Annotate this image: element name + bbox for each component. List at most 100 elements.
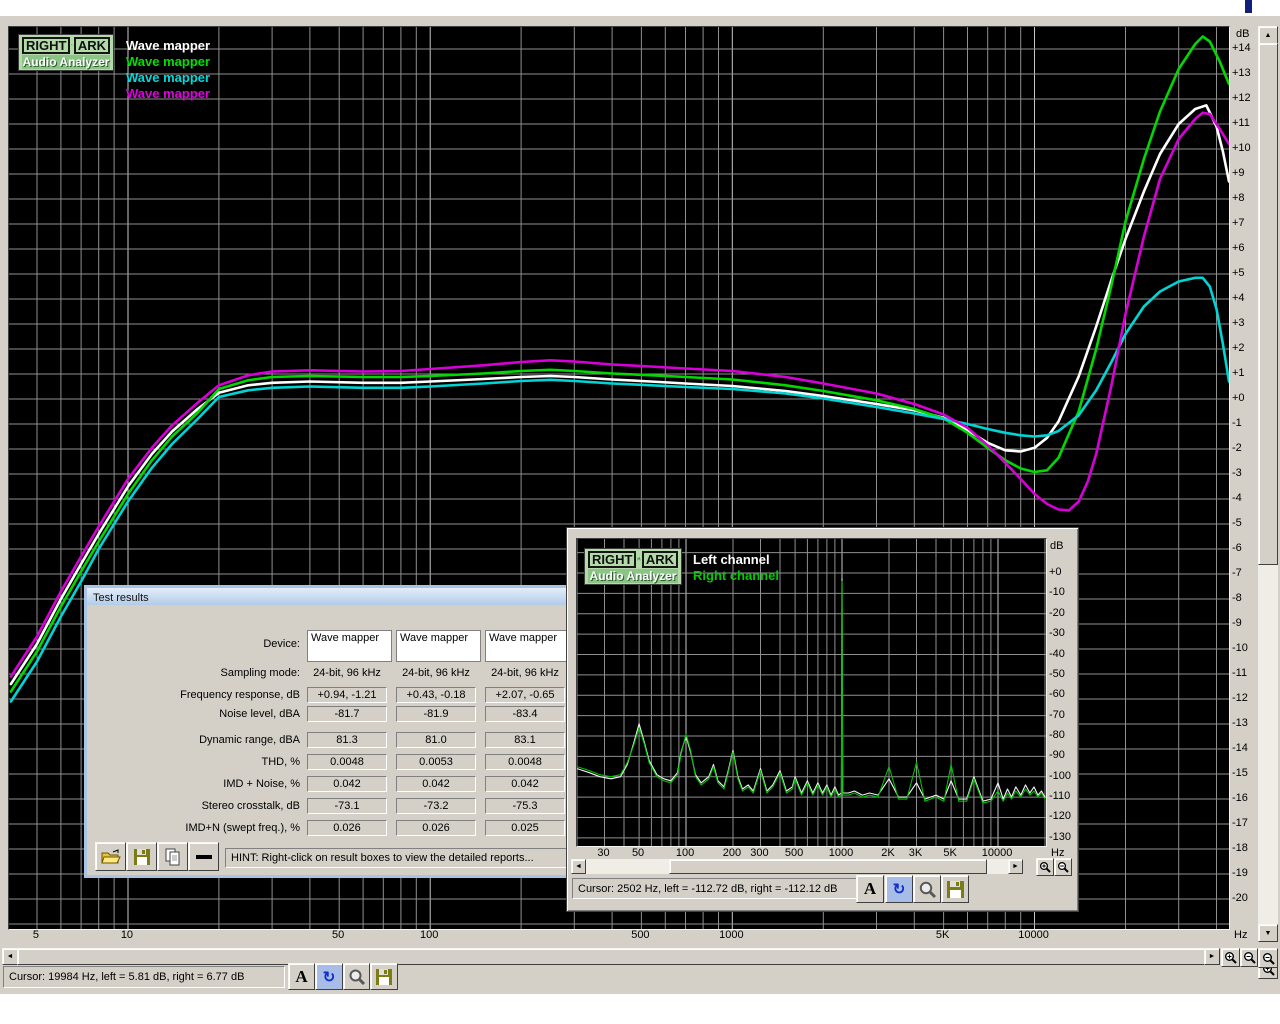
result-value-box[interactable]: 81.3 xyxy=(307,732,387,748)
result-value-box[interactable]: -73.2 xyxy=(396,798,476,814)
save-button[interactable] xyxy=(370,963,398,990)
db-tick-label: -40 xyxy=(1049,647,1065,660)
result-value-box[interactable]: -75.3 xyxy=(485,798,565,814)
db-tick-label: -19 xyxy=(1232,867,1248,879)
font-button[interactable]: A xyxy=(288,963,315,990)
device-name-box[interactable]: Wave mapper xyxy=(485,630,570,662)
db-tick-label: +10 xyxy=(1232,142,1251,154)
zoom-out-button[interactable] xyxy=(1054,858,1072,876)
db-tick-label: +9 xyxy=(1232,167,1245,179)
db-tick-label: +13 xyxy=(1232,67,1251,79)
rightmark-logo: RIGHT ARK Audio Analyzer xyxy=(584,548,682,585)
result-value-box[interactable]: -81.9 xyxy=(396,706,476,722)
db-tick-label: -5 xyxy=(1232,517,1242,529)
result-value-box[interactable]: 81.0 xyxy=(396,732,476,748)
remove-column-button[interactable] xyxy=(188,842,219,871)
spectrum-db-unit: dB xyxy=(1050,540,1064,552)
result-value-box[interactable]: 0.042 xyxy=(396,776,476,792)
magnifier-button[interactable] xyxy=(343,963,370,990)
sampling-mode-value: 24-bit, 96 kHz xyxy=(491,667,559,679)
result-value-box[interactable]: 0.026 xyxy=(307,820,387,836)
rightmark-logo: RIGHT ARK Audio Analyzer xyxy=(18,34,114,71)
result-value-box[interactable]: 0.0048 xyxy=(307,754,387,770)
result-value-box[interactable]: 0.042 xyxy=(485,776,565,792)
result-value-box[interactable]: 0.025 xyxy=(485,820,565,836)
db-tick-label: +12 xyxy=(1232,92,1251,104)
test-results-dialog: Test results Device: Wave mapper Wave ma… xyxy=(84,585,659,878)
floppy-disk-icon xyxy=(376,968,392,985)
main-hz-unit: Hz xyxy=(1234,929,1248,941)
freq-tick-label: 10000 xyxy=(981,847,1013,859)
row-label: Stereo crosstalk, dB xyxy=(201,800,300,812)
refresh-icon: ↻ xyxy=(322,968,336,986)
db-tick-label: +1 xyxy=(1232,367,1245,379)
zoom-out-horizontal-button[interactable] xyxy=(1240,948,1258,967)
main-db-unit: dB xyxy=(1236,28,1250,40)
db-tick-label: -10 xyxy=(1049,586,1065,599)
main-vertical-scrollbar[interactable]: ▲ ▼ xyxy=(1258,26,1278,942)
db-tick-label: -80 xyxy=(1049,728,1065,741)
db-tick-label: -13 xyxy=(1232,717,1248,729)
db-tick-label: -60 xyxy=(1049,688,1065,701)
font-button[interactable]: A xyxy=(856,875,884,903)
zoom-out-icon xyxy=(1057,861,1069,873)
db-tick-label: +14 xyxy=(1232,42,1251,54)
screen: RIGHT ARK Audio Analyzer Wave mapper Wav… xyxy=(0,0,1280,1024)
refresh-icon: ↻ xyxy=(892,881,906,898)
device-name-box[interactable]: Wave mapper xyxy=(396,630,481,662)
row-label: Sampling mode: xyxy=(220,667,301,679)
hint-box: HINT: Right-click on result boxes to vie… xyxy=(225,848,579,868)
db-tick-label: -100 xyxy=(1049,769,1072,782)
spectrum-horizontal-scrollbar[interactable]: ◄ ► xyxy=(571,859,1023,874)
zoom-out-vertical-button[interactable] xyxy=(1258,948,1278,968)
magnifier-icon xyxy=(349,969,365,985)
db-tick-label: -20 xyxy=(1232,892,1248,904)
scroll-down-button[interactable]: ▼ xyxy=(1258,924,1278,942)
db-tick-label: +5 xyxy=(1232,267,1245,279)
result-value-box[interactable]: 0.0048 xyxy=(485,754,565,770)
device-name-box[interactable]: Wave mapper xyxy=(307,630,392,662)
result-value-box[interactable]: +0.43, -0.18 xyxy=(396,687,476,703)
result-value-box[interactable]: 0.042 xyxy=(307,776,387,792)
hint-text: HINT: Right-click on result boxes to vie… xyxy=(231,852,534,864)
legend-item: Wave mapper xyxy=(126,86,211,101)
zoom-in-button[interactable] xyxy=(1036,858,1054,876)
db-tick-label: -130 xyxy=(1049,830,1072,843)
result-value-box[interactable]: -73.1 xyxy=(307,798,387,814)
db-tick-label: +3 xyxy=(1232,317,1245,329)
result-value-box[interactable]: -81.7 xyxy=(307,706,387,722)
scroll-right-button[interactable]: ► xyxy=(1008,859,1023,874)
save-button[interactable] xyxy=(941,875,969,903)
freq-tick-label: 3K xyxy=(908,847,923,859)
result-value-box[interactable]: 83.1 xyxy=(485,732,565,748)
zoom-out-icon xyxy=(1243,952,1256,964)
scroll-right-button[interactable]: ► xyxy=(1204,948,1220,965)
horizontal-scroll-thumb[interactable] xyxy=(17,948,1205,965)
result-value-box[interactable]: 0.026 xyxy=(396,820,476,836)
result-value-box[interactable]: +0.94, -1.21 xyxy=(307,687,387,703)
magnifier-button[interactable] xyxy=(913,875,941,903)
copy-results-button[interactable] xyxy=(157,842,188,871)
row-label: THD, % xyxy=(261,756,301,768)
refresh-button[interactable]: ↻ xyxy=(315,963,343,990)
open-results-button[interactable] xyxy=(95,842,126,871)
scroll-left-button[interactable]: ◄ xyxy=(571,859,586,874)
vertical-scroll-thumb[interactable] xyxy=(1258,43,1278,565)
zoom-in-horizontal-button[interactable] xyxy=(1221,948,1240,967)
save-results-button[interactable] xyxy=(126,842,157,871)
result-value-box[interactable]: 0.0053 xyxy=(396,754,476,770)
result-value-box[interactable]: -83.4 xyxy=(485,706,565,722)
refresh-button[interactable]: ↻ xyxy=(885,875,913,903)
logo-ark-text: ARK xyxy=(641,550,678,568)
db-tick-label: -8 xyxy=(1232,592,1242,604)
db-tick-label: +2 xyxy=(1232,342,1245,354)
scroll-left-button[interactable]: ◄ xyxy=(2,948,18,965)
sampling-mode-value: 24-bit, 96 kHz xyxy=(402,667,470,679)
horizontal-scroll-thumb[interactable] xyxy=(669,859,987,874)
result-value-box[interactable]: +2.07, -0.65 xyxy=(485,687,565,703)
db-tick-label: -12 xyxy=(1232,692,1248,704)
db-tick-label: -4 xyxy=(1232,492,1242,504)
db-tick-label: -7 xyxy=(1232,567,1242,579)
scroll-up-button[interactable]: ▲ xyxy=(1258,26,1278,44)
main-horizontal-scrollbar[interactable]: ◄ ► xyxy=(2,948,1220,965)
